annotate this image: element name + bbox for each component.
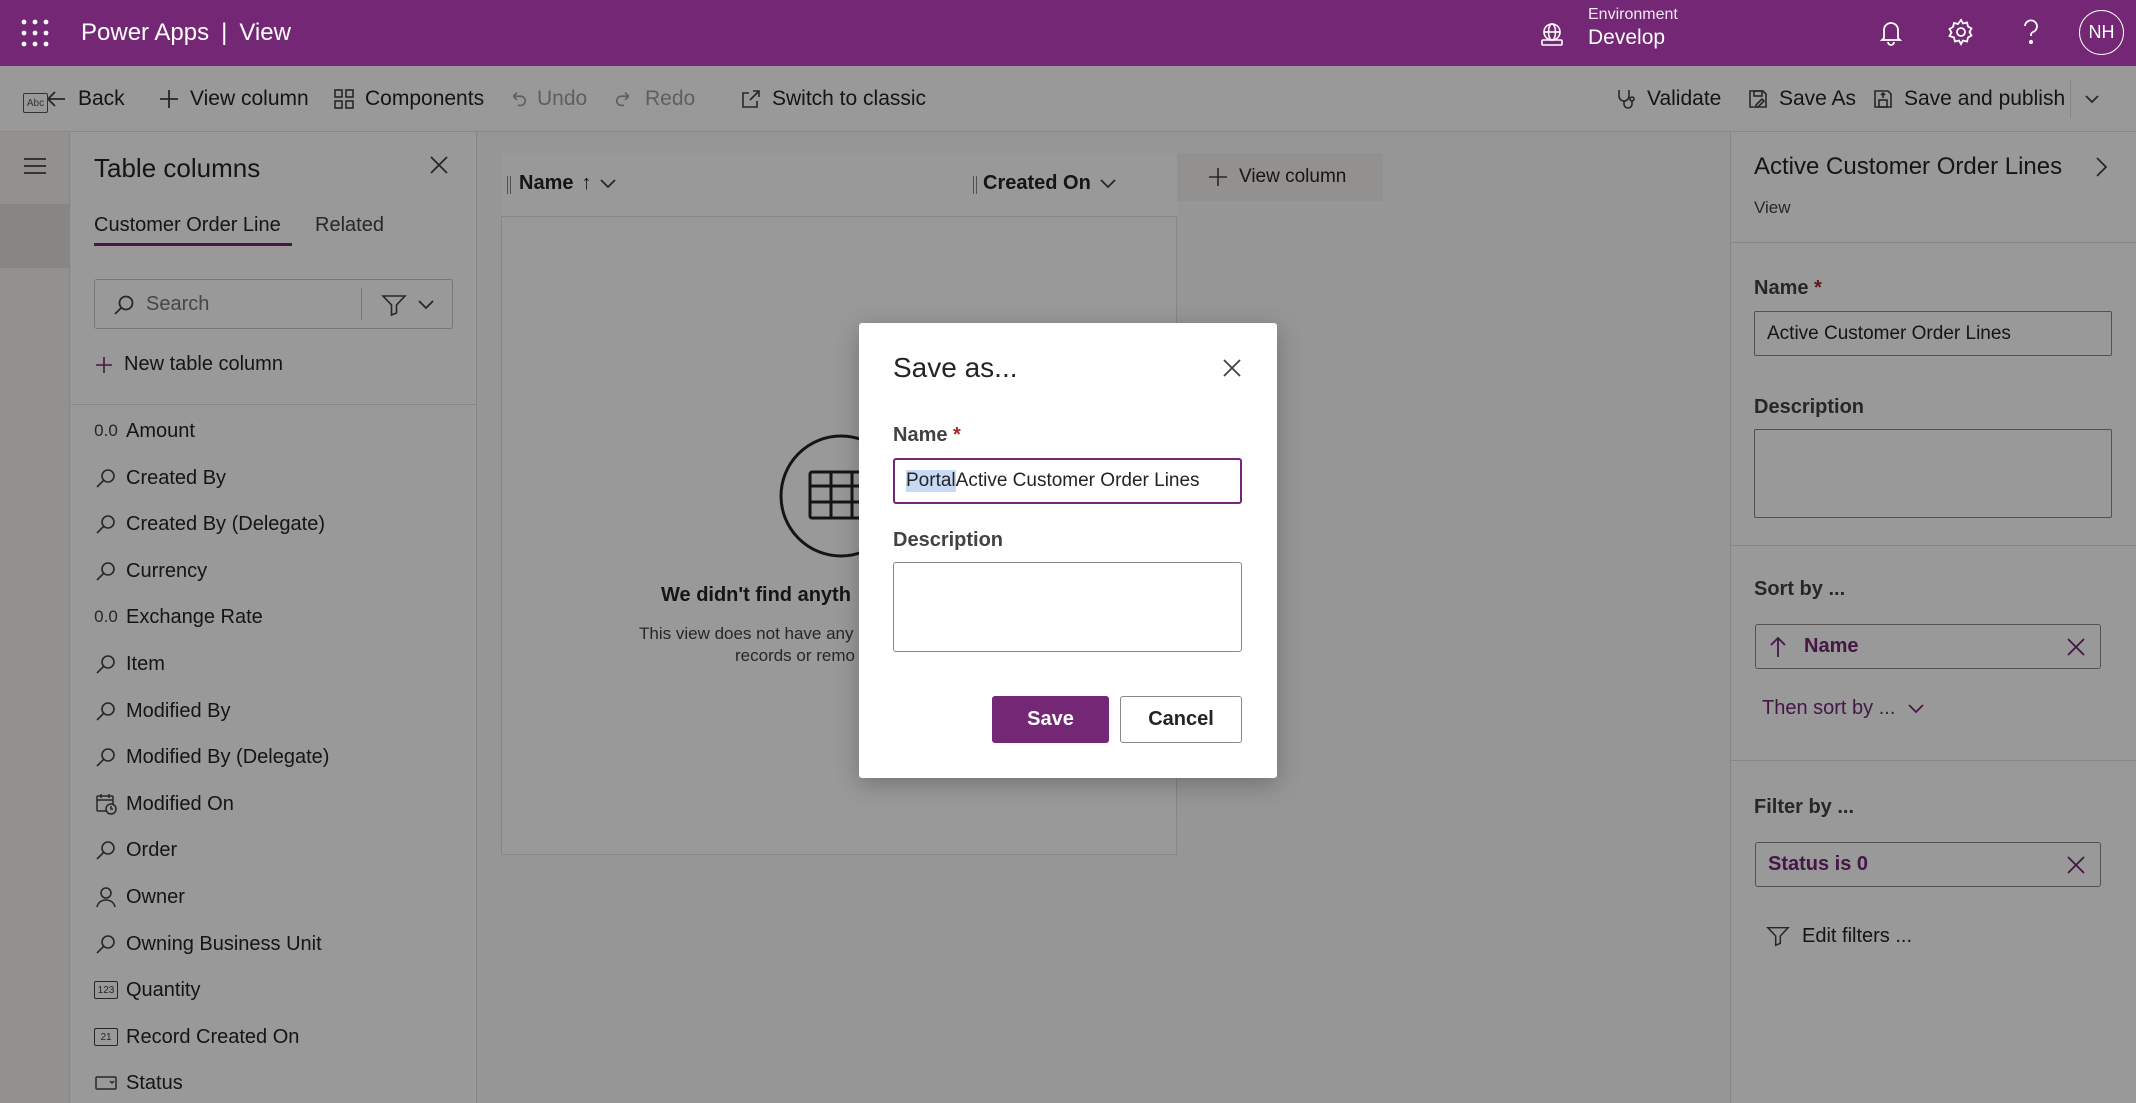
app-header: Power Apps | View Environment Develop NH [0, 0, 2136, 66]
dialog-description-label: Description [893, 529, 1004, 551]
app-name[interactable]: Power Apps [81, 19, 209, 46]
dialog-title: Save as... [893, 352, 1018, 383]
dialog-description-input[interactable] [893, 562, 1242, 652]
input-text: Active Customer Order Lines [955, 470, 1200, 491]
app-title: Power Apps | View [81, 19, 291, 47]
page-name: View [239, 19, 291, 46]
required-mark: * [953, 424, 961, 446]
name-label: Name [893, 424, 948, 446]
user-avatar[interactable]: NH [2079, 10, 2124, 55]
cancel-button[interactable]: Cancel [1120, 696, 1242, 743]
dialog-name-input[interactable]: Portal Active Customer Order Lines [893, 458, 1242, 504]
close-dialog-icon[interactable] [1221, 357, 1243, 379]
dialog-name-label: Name * [893, 424, 961, 447]
environment-icon[interactable] [1538, 20, 1566, 48]
save-button[interactable]: Save [992, 696, 1109, 743]
app-launcher-icon[interactable] [20, 18, 50, 48]
environment-label: Environment [1588, 6, 1678, 23]
notifications-bell-icon[interactable] [1876, 17, 1906, 47]
settings-gear-icon[interactable] [1946, 17, 1976, 47]
help-question-icon[interactable] [2018, 17, 2044, 47]
environment-value[interactable]: Develop [1588, 26, 1665, 50]
selected-text: Portal [906, 470, 956, 492]
title-separator: | [221, 19, 228, 46]
